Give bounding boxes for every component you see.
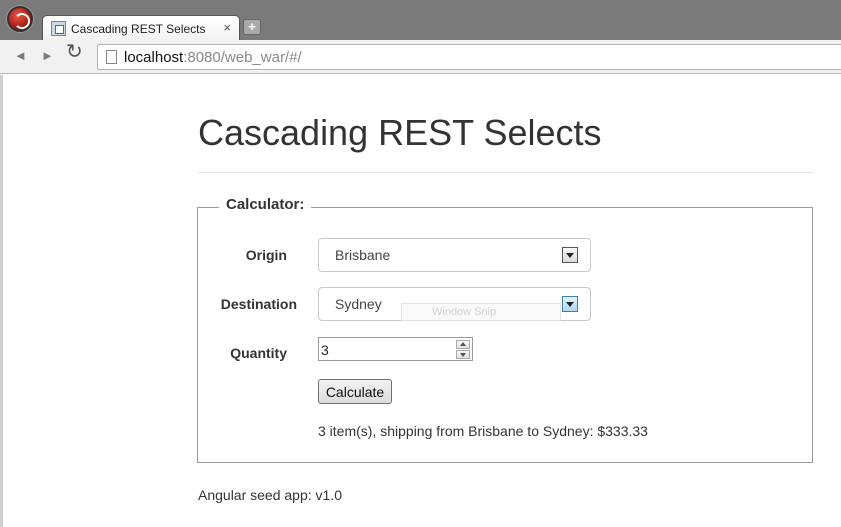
window-snip-overlay: Window Snip	[401, 303, 561, 321]
origin-select[interactable]: Brisbane	[318, 238, 591, 272]
title-divider	[198, 172, 813, 173]
url-text[interactable]: localhost:8080/web_war/#/	[124, 49, 302, 66]
chevron-down-icon[interactable]	[562, 296, 578, 312]
reload-icon[interactable]: ↻	[66, 42, 83, 62]
quantity-stepper[interactable]: 3	[318, 337, 473, 361]
window-left-border	[0, 75, 3, 527]
origin-label: Origin	[245, 247, 287, 263]
close-tab-icon[interactable]: ×	[223, 20, 231, 36]
url-path: :8080/web_war/#/	[183, 49, 302, 66]
destination-selected-value: Sydney	[335, 296, 382, 312]
forward-arrow-icon[interactable]: ►	[41, 48, 54, 64]
quantity-value: 3	[321, 342, 329, 358]
quantity-label: Quantity	[230, 345, 287, 361]
tab-cascading-rest-selects[interactable]: Cascading REST Selects ×	[42, 15, 240, 41]
chevron-down-icon[interactable]	[562, 247, 578, 263]
origin-selected-value: Brisbane	[335, 247, 391, 263]
calculator-legend: Calculator:	[219, 196, 312, 213]
page-title: Cascading REST Selects	[198, 112, 602, 153]
page-favicon-icon	[51, 21, 66, 36]
back-arrow-icon[interactable]: ◄	[14, 48, 27, 64]
url-host: localhost	[124, 49, 184, 66]
decrement-arrow-icon[interactable]	[456, 350, 470, 359]
tab-title: Cascading REST Selects	[71, 22, 206, 36]
browser-toolbar: ◄ ► ↻ localhost:8080/web_war/#/	[0, 40, 841, 74]
increment-arrow-icon[interactable]	[456, 340, 470, 349]
app-version-footer: Angular seed app: v1.0	[198, 487, 342, 503]
destination-label: Destination	[220, 296, 297, 312]
page-icon	[106, 50, 117, 64]
calculate-button[interactable]: Calculate	[318, 379, 392, 404]
browser-titlebar: Cascading REST Selects × +	[0, 0, 841, 41]
new-tab-button[interactable]: +	[243, 19, 261, 35]
browser-logo-icon[interactable]	[7, 6, 33, 32]
shipping-result-text: 3 item(s), shipping from Brisbane to Syd…	[318, 423, 648, 439]
address-bar[interactable]: localhost:8080/web_war/#/	[97, 44, 841, 70]
